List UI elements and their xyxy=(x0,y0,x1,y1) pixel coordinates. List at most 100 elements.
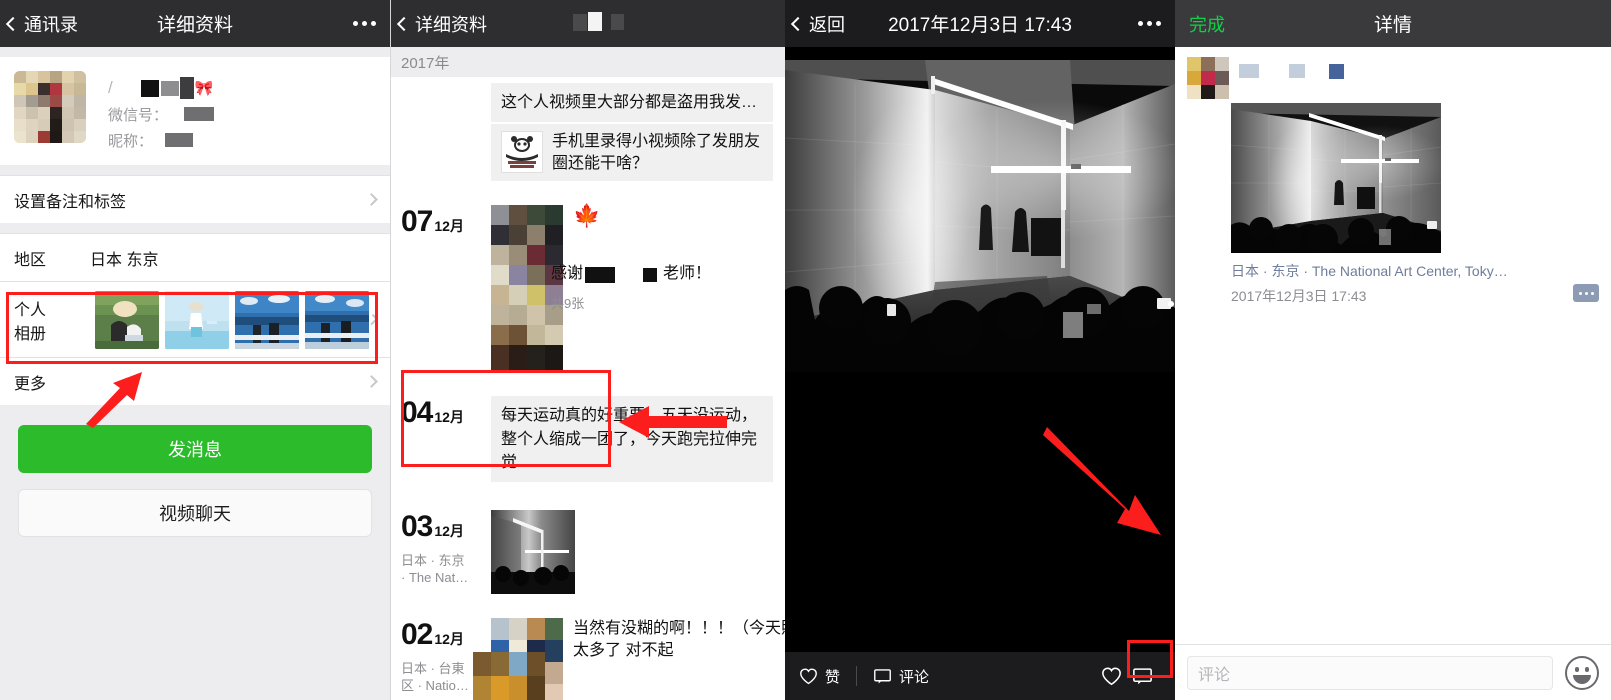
moment-thumbnail-partial[interactable] xyxy=(473,652,545,700)
done-button[interactable]: 完成 xyxy=(1175,11,1225,37)
moment-thumbnail-bw[interactable] xyxy=(491,509,575,594)
moment-item[interactable]: 07 12月 🍁 感谢 老师！ 共9张 xyxy=(391,191,785,380)
comment-bubble-icon[interactable] xyxy=(1132,667,1153,686)
video-chat-button[interactable]: 视频聊天 xyxy=(18,489,372,537)
moment-item-highlighted[interactable]: 03 12月 日本 · 东京 · The Nat… xyxy=(391,492,785,604)
redacted-author-block-2 xyxy=(1289,64,1305,78)
ellipsis-icon[interactable] xyxy=(353,21,390,26)
moment-body: 🍁 xyxy=(491,205,773,371)
moment-photo-count: 共9张 xyxy=(551,296,585,312)
post-author-row xyxy=(1175,47,1611,99)
moment-month: 12月 xyxy=(434,522,464,539)
row-region: 地区 日本 东京 xyxy=(0,233,390,281)
post-location[interactable]: 日本 · 东京 · The National Art Center, Toky… xyxy=(1231,261,1599,282)
moment-photo-row: 🍁 xyxy=(491,205,773,371)
moment-date xyxy=(401,83,491,181)
avatar[interactable] xyxy=(1187,57,1229,99)
moment-item[interactable]: 02 12月 日本 · 台東 区 · Natio… 当然有没糊的啊！！！（今天 … xyxy=(391,604,785,700)
like-button[interactable]: 赞 xyxy=(799,666,840,687)
moment-item[interactable]: 这个人视频里大部分都是盗用我发… 手机里录得小视频除了发朋友圈还能干啥？ xyxy=(391,77,785,191)
moment-day: 03 xyxy=(401,509,433,543)
panel-photo-viewer: 返回 2017年12月3日 17:43 赞 评论 xyxy=(785,0,1175,700)
profile-header[interactable]: / 🎀 微信号： 昵称： xyxy=(0,57,390,165)
moment-day: 02 xyxy=(401,617,433,651)
panda-thumbnail-icon xyxy=(501,131,543,174)
screenshot-root: 通讯录 详细资料 / 🎀 微信号： 昵称： 设置备注和标签 地区 日本 东京 个… xyxy=(0,0,1611,700)
decoration-emoji: 🎀 xyxy=(194,80,214,97)
chevron-right-icon xyxy=(365,193,378,206)
moment-body: 每天运动真的好重要、五天没运动，整个人缩成一团了，今天跑完拉伸完觉… xyxy=(491,396,773,482)
moment-body: 这个人视频里大部分都是盗用我发… 手机里录得小视频除了发朋友圈还能干啥？ xyxy=(491,83,773,182)
moment-caption-row: 感谢 老师！ xyxy=(551,263,711,285)
ellipsis-badge-icon[interactable] xyxy=(1573,284,1599,302)
post-author-name xyxy=(1239,57,1344,79)
moment-day: 07 xyxy=(401,205,433,239)
post-photo[interactable] xyxy=(1231,103,1441,253)
row-more[interactable]: 更多 xyxy=(0,357,390,405)
moment-item[interactable]: 04 12月 每天运动真的好重要、五天没运动，整个人缩成一团了，今天跑完拉伸完觉… xyxy=(391,380,785,492)
moment-location-line2: 区 · Natio… xyxy=(401,678,469,694)
moment-text: 每天运动真的好重要、五天没运动，整个人缩成一团了，今天跑完拉伸完觉… xyxy=(491,396,773,482)
moment-date: 04 12月 xyxy=(401,396,491,482)
redacted-caption-name xyxy=(585,266,616,283)
back-button-contacts[interactable]: 通讯录 xyxy=(0,11,78,37)
photo-church-of-light-thumb xyxy=(491,509,575,594)
wechat-id-label: 微信号： xyxy=(108,106,169,124)
photo-action-bar: 赞 评论 xyxy=(785,652,1175,700)
redacted-nav-title-1 xyxy=(573,14,587,31)
row-label: 设置备注和标签 xyxy=(14,193,127,211)
panda-glyph xyxy=(502,132,542,173)
album-thumb[interactable] xyxy=(95,290,160,349)
avatar[interactable] xyxy=(14,71,86,143)
back-button-profile[interactable]: 详细资料 xyxy=(391,11,487,37)
panel1-navbar: 通讯录 详细资料 xyxy=(0,0,390,47)
heart-icon[interactable] xyxy=(1101,667,1122,686)
send-message-button[interactable]: 发消息 xyxy=(18,425,372,473)
comment-bubble-icon xyxy=(874,668,891,683)
redacted-name-3 xyxy=(179,77,194,99)
redacted-nav-title-2 xyxy=(588,12,602,31)
album-thumb[interactable] xyxy=(165,290,230,349)
moment-date: 03 12月 日本 · 东京 · The Nat… xyxy=(401,510,491,594)
annotation-arrow-photo-viewer xyxy=(1043,427,1161,535)
nickname-row: 昵称： xyxy=(108,127,376,153)
album-thumb[interactable] xyxy=(235,290,300,349)
back-button-return[interactable]: 返回 xyxy=(785,11,845,37)
moment-location: 日本 · 东京 · The Nat… xyxy=(401,552,491,587)
redacted-caption-marker xyxy=(643,267,658,282)
nickname-label: 昵称： xyxy=(108,132,154,150)
moment-text: 这个人视频里大部分都是盗用我发… xyxy=(491,83,773,123)
photo-stage[interactable] xyxy=(785,47,1175,652)
profile-name-row: / 🎀 xyxy=(108,75,376,101)
spacer xyxy=(0,223,390,233)
smiley-icon[interactable] xyxy=(1565,655,1599,690)
redacted-name-2 xyxy=(160,80,179,96)
album-thumb[interactable] xyxy=(305,290,370,349)
photo-quick-actions[interactable] xyxy=(1093,663,1161,690)
moment-location-line1: 日本 · 台東 xyxy=(401,660,465,676)
comment-button[interactable]: 评论 xyxy=(873,666,929,687)
moment-body xyxy=(491,509,773,594)
ellipsis-icon[interactable] xyxy=(1138,21,1175,26)
row-personal-album[interactable]: 个人相册 xyxy=(0,281,390,357)
moment-link-text: 手机里录得小视频除了发朋友圈还能干啥？ xyxy=(552,133,761,172)
name-separator: / xyxy=(108,78,113,97)
back-label: 详细资料 xyxy=(415,14,487,35)
photo-church-of-light-detail xyxy=(1231,103,1441,253)
moment-link-card[interactable]: 手机里录得小视频除了发朋友圈还能干啥？ xyxy=(491,124,773,182)
photo-beach-girl xyxy=(165,290,230,349)
post-timestamp: 2017年12月3日 17:43 xyxy=(1231,288,1367,304)
moment-thumbnail[interactable] xyxy=(491,205,563,371)
wechat-id-row: 微信号： xyxy=(108,101,376,127)
comment-input[interactable]: 评论 xyxy=(1187,655,1553,690)
panel3-navbar: 返回 2017年12月3日 17:43 xyxy=(785,0,1175,47)
redacted-author-block-1 xyxy=(1239,64,1259,78)
album-thumbnails[interactable] xyxy=(95,290,370,349)
avatar-mosaic xyxy=(1187,57,1229,99)
chevron-right-icon xyxy=(365,375,378,388)
photo-couple-park xyxy=(95,290,160,349)
row-set-remark-tags[interactable]: 设置备注和标签 xyxy=(0,175,390,223)
back-label: 通讯录 xyxy=(24,14,78,35)
like-label: 赞 xyxy=(825,668,841,686)
moment-caption: 当然有没糊的啊！！！（今天照片太多了 对不起 xyxy=(573,619,785,660)
